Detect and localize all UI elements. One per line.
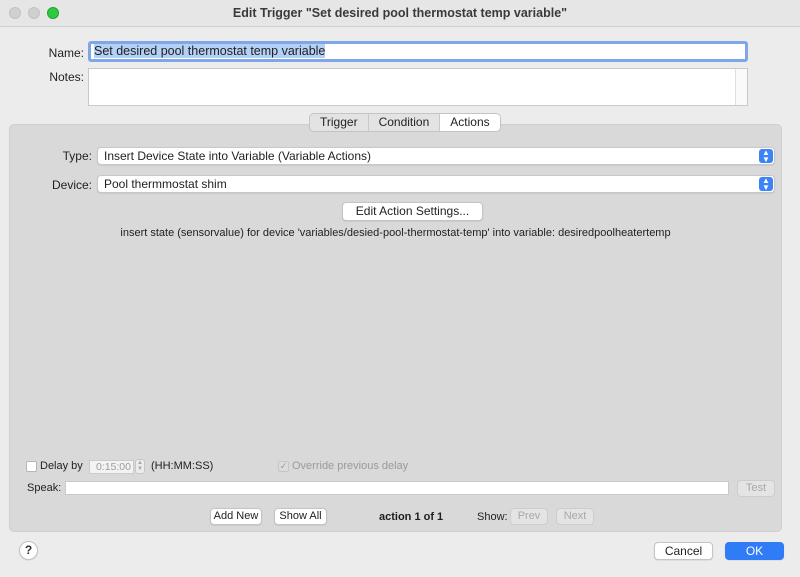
override-delay-label: Override previous delay (292, 460, 409, 472)
delay-label: Delay by (40, 460, 83, 472)
speak-field[interactable] (65, 481, 729, 495)
next-action-button[interactable]: Next (556, 508, 594, 525)
test-speak-button[interactable]: Test (737, 480, 775, 497)
delay-format-label: (HH:MM:SS) (151, 460, 214, 472)
tab-actions[interactable]: Actions (440, 114, 500, 131)
show-all-actions-button[interactable]: Show All (274, 508, 327, 525)
device-popup-value: Pool thermmostat shim (104, 177, 227, 191)
tab-condition[interactable]: Condition (369, 114, 441, 131)
notes-label: Notes: (49, 70, 84, 84)
add-new-action-button[interactable]: Add New (210, 508, 262, 525)
title-bar[interactable]: Edit Trigger "Set desired pool thermosta… (0, 0, 800, 27)
delay-time-field[interactable]: 0:15:00 (89, 460, 134, 474)
name-label: Name: (48, 46, 84, 60)
device-popup[interactable]: Pool thermmostat shim ▲ ▼ (97, 175, 775, 193)
prev-action-button[interactable]: Prev (510, 508, 548, 525)
edit-action-settings-button[interactable]: Edit Action Settings... (342, 202, 483, 221)
name-field-value: Set desired pool thermostat temp variabl… (94, 44, 326, 58)
popup-arrows-icon: ▲ ▼ (759, 149, 773, 164)
popup-arrows-icon: ▲ ▼ (759, 177, 773, 192)
window-title: Edit Trigger "Set desired pool thermosta… (232, 6, 568, 20)
name-field[interactable]: Set desired pool thermostat temp variabl… (88, 41, 748, 62)
type-popup[interactable]: Insert Device State into Variable (Varia… (97, 147, 775, 165)
show-label: Show: (477, 511, 508, 523)
type-popup-value: Insert Device State into Variable (Varia… (104, 149, 372, 163)
tab-bar: Trigger Condition Actions (309, 113, 501, 132)
edit-trigger-window: Edit Trigger "Set desired pool thermosta… (0, 0, 800, 577)
delay-checkbox[interactable] (26, 461, 37, 472)
tab-trigger[interactable]: Trigger (310, 114, 369, 131)
speak-label: Speak: (27, 482, 62, 494)
device-label: Device: (51, 178, 92, 192)
notes-field[interactable] (88, 68, 748, 106)
action-description: insert state (sensorvalue) for device 'v… (120, 227, 671, 239)
notes-scrollbar[interactable] (735, 69, 747, 105)
type-label: Type: (62, 149, 92, 163)
help-button[interactable]: ? (19, 541, 38, 560)
action-counter: action 1 of 1 (379, 511, 444, 523)
override-delay-checkbox[interactable]: ✓ (278, 461, 289, 472)
delay-stepper[interactable]: ▲ ▼ (135, 459, 145, 474)
ok-button[interactable]: OK (725, 542, 784, 560)
cancel-button[interactable]: Cancel (654, 542, 713, 560)
